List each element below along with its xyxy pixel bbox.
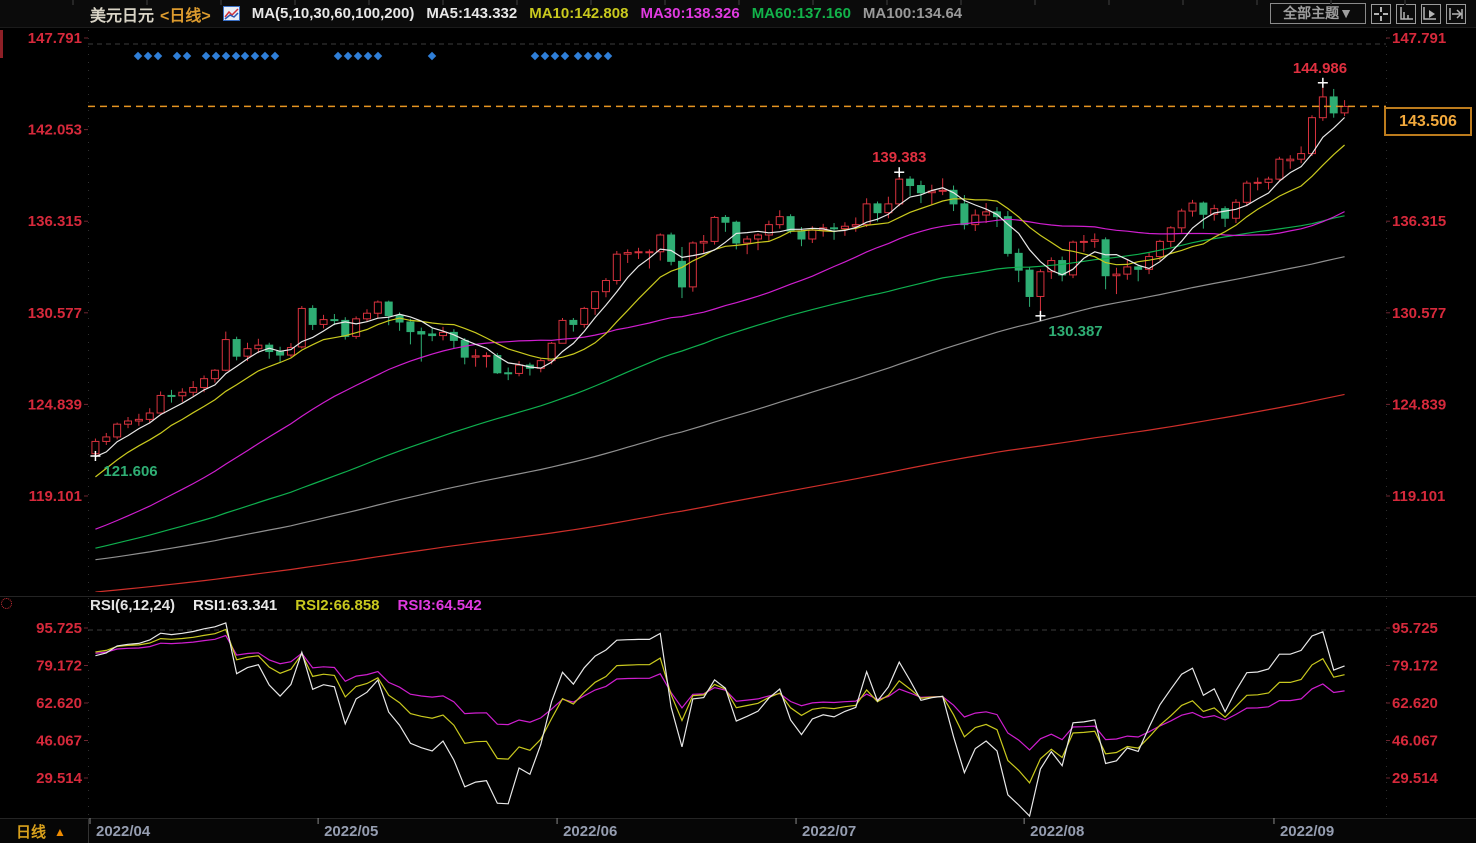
svg-text:46.067: 46.067 [1392,732,1438,749]
svg-text:124.839: 124.839 [1392,396,1446,413]
rsi-settings-label[interactable]: RSI(6,12,24) [90,597,175,614]
left-scale-icon[interactable] [1396,3,1416,24]
svg-text:119.101: 119.101 [1392,488,1445,505]
svg-text:2022/05: 2022/05 [324,823,378,840]
theme-selector-button[interactable]: 全部主题▼ [1270,3,1366,24]
last-price-tag: 143.506 [1384,107,1472,137]
svg-text:95.725: 95.725 [1392,620,1438,637]
svg-text:121.606: 121.606 [103,463,157,480]
svg-text:2022/06: 2022/06 [563,823,617,840]
svg-text:142.053: 142.053 [28,122,82,139]
svg-text:139.383: 139.383 [872,149,926,166]
svg-text:2022/08: 2022/08 [1030,823,1084,840]
svg-text:29.514: 29.514 [36,770,83,787]
svg-text:147.791: 147.791 [1392,30,1446,47]
svg-text:119.101: 119.101 [29,488,82,505]
svg-text:79.172: 79.172 [36,658,82,675]
right-scale-icon[interactable] [1421,3,1441,24]
indicator-settings-icon[interactable] [1,598,12,609]
ma100-value: MA100:134.64 [862,5,963,22]
chart-canvas[interactable]: 147.791147.791142.053142.053136.315136.3… [0,0,1476,843]
svg-text:130.577: 130.577 [28,305,82,322]
rsi-indicator-header: RSI(6,12,24) RSI1:63.341 RSI2:66.858 RSI… [90,597,482,614]
svg-text:95.725: 95.725 [36,620,82,637]
svg-text:2022/09: 2022/09 [1280,823,1334,840]
svg-text:136.315: 136.315 [28,213,82,230]
svg-text:147.791: 147.791 [28,30,82,47]
left-edge-marker [0,30,3,58]
rsi2-value: RSI2:66.858 [295,597,380,614]
ma10-value: MA10:142.808 [529,5,629,22]
ma-settings-label[interactable]: MA(5,10,30,60,100,200) [252,5,415,22]
svg-text:2022/07: 2022/07 [802,823,856,840]
period-up-arrow-icon[interactable]: ▲ [54,825,66,839]
svg-text:124.839: 124.839 [28,396,82,413]
svg-text:130.577: 130.577 [1392,305,1446,322]
svg-text:29.514: 29.514 [1392,770,1439,787]
svg-text:130.387: 130.387 [1048,323,1102,340]
ma60-value: MA60:137.160 [751,5,851,22]
last-price-value: 143.506 [1399,112,1457,130]
period-tag[interactable]: <日线> [160,2,211,26]
symbol-title: 美元日元 [90,7,155,25]
ma30-value: MA30:138.326 [640,5,740,22]
ma5-value: MA5:143.332 [426,5,518,22]
svg-text:62.620: 62.620 [36,695,82,712]
rsi1-value: RSI1:63.341 [193,597,278,614]
topbar-tools: 全部主题▼ [1270,3,1466,24]
fit-chart-icon[interactable] [1371,3,1391,24]
rsi3-value: RSI3:64.542 [397,597,482,614]
footer-period-selector[interactable]: 日线 ▲ [0,820,87,843]
svg-text:62.620: 62.620 [1392,695,1438,712]
svg-text:144.986: 144.986 [1293,60,1347,77]
export-pane-icon[interactable] [1446,3,1466,24]
chart-topbar: 美元日元 <日线> MA(5,10,30,60,100,200) MA5:143… [0,0,1476,28]
indicator-readout: 美元日元 <日线> MA(5,10,30,60,100,200) MA5:143… [90,2,962,26]
svg-text:79.172: 79.172 [1392,658,1438,675]
chart-type-icon[interactable] [222,6,240,21]
footer-period-label[interactable]: 日线 [16,821,46,842]
svg-text:2022/04: 2022/04 [96,823,151,840]
svg-text:136.315: 136.315 [1392,213,1446,230]
svg-text:46.067: 46.067 [36,732,82,749]
